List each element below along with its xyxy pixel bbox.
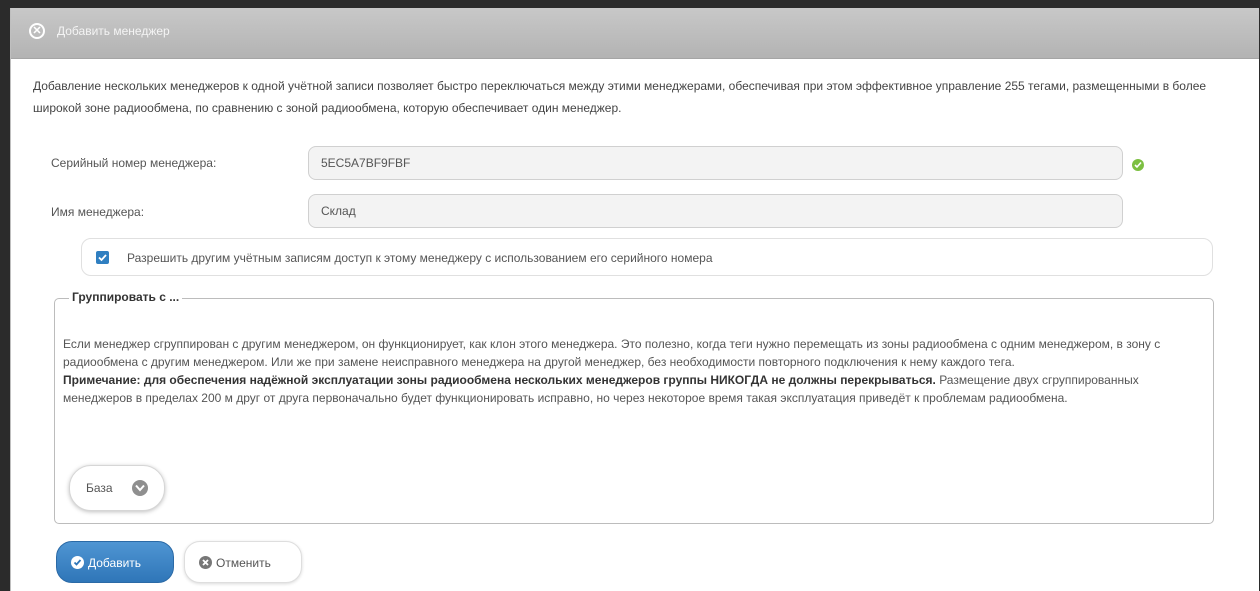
check-icon [71, 556, 84, 569]
cancel-icon [199, 556, 212, 569]
serial-label: Серийный номер менеджера: [51, 156, 217, 170]
serial-input[interactable] [308, 146, 1123, 180]
check-ok-icon [1132, 159, 1144, 171]
allow-access-checkbox[interactable] [96, 251, 109, 264]
manager-name-input[interactable] [308, 194, 1123, 228]
group-description-text: Если менеджер сгруппирован с другим мене… [63, 337, 1161, 369]
cancel-button[interactable]: Отменить [184, 541, 302, 583]
cancel-button-label: Отменить [216, 556, 271, 570]
add-button[interactable]: Добавить [56, 541, 174, 583]
chevron-down-icon [132, 480, 148, 496]
group-fieldset: Группировать с ... Если менеджер сгруппи… [54, 290, 1214, 524]
add-manager-dialog: ✕ Добавить менеджер Добавление нескольки… [10, 8, 1259, 591]
group-note-bold: Примечание: для обеспечения надёжной экс… [63, 373, 936, 387]
allow-access-label: Разрешить другим учётным записям доступ … [127, 251, 713, 265]
dialog-title: Добавить менеджер [57, 24, 170, 38]
dialog-titlebar: ✕ Добавить менеджер [11, 8, 1259, 59]
close-icon[interactable]: ✕ [29, 23, 45, 39]
group-description: Если менеджер сгруппирован с другим мене… [63, 335, 1203, 407]
allow-access-row[interactable]: Разрешить другим учётным записям доступ … [81, 238, 1213, 276]
group-select[interactable]: База [69, 465, 165, 511]
intro-text: Добавление нескольких менеджеров к одной… [33, 79, 1207, 115]
name-label: Имя менеджера: [51, 205, 145, 219]
group-select-value: База [86, 481, 113, 495]
add-button-label: Добавить [88, 556, 142, 570]
group-legend: Группировать с ... [69, 290, 183, 304]
